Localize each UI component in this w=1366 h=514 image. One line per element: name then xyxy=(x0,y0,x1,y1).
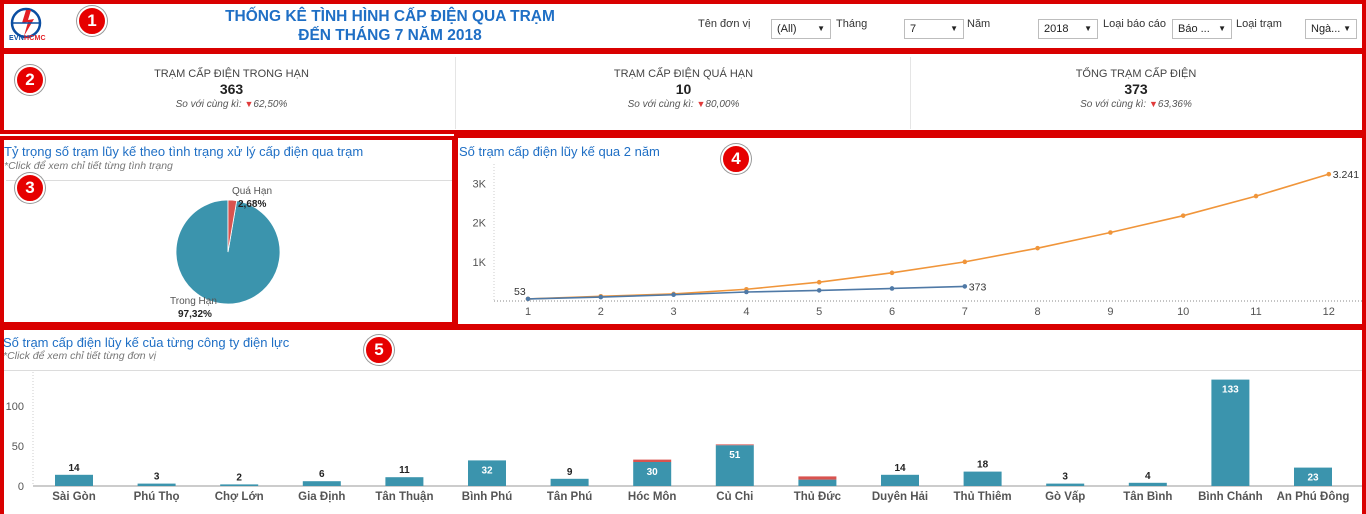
annotation-badge-3: 3 xyxy=(15,173,45,203)
annotation-frame-3 xyxy=(0,136,456,326)
annotation-frame-2 xyxy=(0,50,1366,134)
annotation-frame-5 xyxy=(0,326,1366,514)
annotation-badge-2: 2 xyxy=(15,65,45,95)
annotation-badge-1: 1 xyxy=(77,6,107,36)
dashboard: EVNHCMC THỐNG KÊ TÌNH HÌNH CẤP ĐIỆN QUA … xyxy=(0,0,1366,514)
annotation-badge-4: 4 xyxy=(721,144,751,174)
annotation-frame-4 xyxy=(454,134,1366,328)
annotation-frame-1 xyxy=(0,0,1366,52)
annotation-badge-5: 5 xyxy=(364,335,394,365)
